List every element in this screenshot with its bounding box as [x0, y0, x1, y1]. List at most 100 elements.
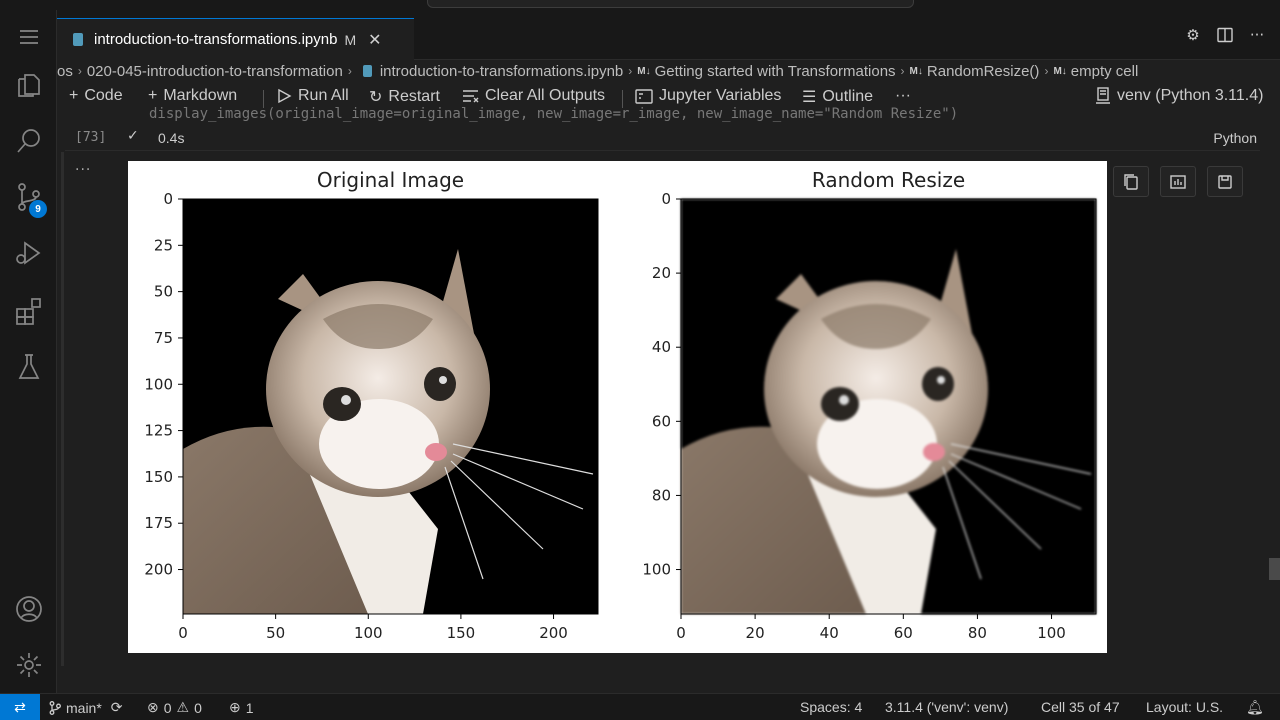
keyboard-layout-status[interactable]: Layout: U.S. [1146, 699, 1223, 715]
restart-icon: ↻ [369, 89, 383, 106]
problems-status[interactable]: ⊗ 0 ⚠ 0 [147, 699, 202, 716]
kernel-picker[interactable]: venv (Python 3.11.4) [1095, 87, 1263, 105]
y-tick-label: 125 [144, 422, 173, 440]
success-check-icon: ✓ [127, 128, 139, 144]
x-tick-label: 100 [1037, 624, 1066, 642]
output-actions [1113, 166, 1243, 197]
y-tick-label: 200 [144, 561, 173, 579]
ports-status[interactable]: ⊕ 1 [229, 699, 254, 716]
save-output-button[interactable] [1207, 166, 1243, 197]
save-icon [1218, 174, 1232, 189]
cell-language[interactable]: Python [1213, 130, 1257, 146]
scrollbar-thumb[interactable] [1269, 558, 1280, 580]
toolbar-more-button[interactable]: ··· [895, 87, 911, 105]
warning-count: 0 [194, 699, 202, 716]
execution-time: 0.4s [158, 130, 185, 146]
source-control-icon[interactable]: 9 [0, 172, 57, 222]
tab-notebook[interactable]: introduction-to-transformations.ipynb M … [57, 18, 414, 60]
add-code-cell-button[interactable]: + Code [69, 87, 123, 105]
clear-outputs-button[interactable]: Clear All Outputs [462, 87, 605, 105]
interpreter-status[interactable]: 3.11.4 ('venv': venv) [885, 699, 1008, 715]
warning-icon: ⚠ [176, 699, 190, 715]
code-line[interactable]: display_images(original_image=original_i… [149, 106, 958, 122]
x-tick-label: 60 [894, 624, 913, 642]
error-icon: ⊗ [147, 699, 159, 715]
indentation-status[interactable]: Spaces: 4 [800, 699, 862, 715]
breadcrumb-item[interactable]: Getting started with Transformations [655, 63, 896, 80]
x-tick-label: 0 [676, 624, 686, 642]
git-branch-icon [49, 700, 61, 715]
sync-icon[interactable]: ⟳ [111, 699, 123, 716]
y-tick-label: 60 [652, 412, 671, 430]
split-editor-icon[interactable] [1216, 26, 1234, 44]
copy-output-button[interactable] [1113, 166, 1149, 197]
branch-status[interactable]: main* ⟳ [49, 699, 123, 716]
add-markdown-label: Markdown [163, 87, 238, 104]
error-count: 0 [163, 699, 172, 716]
menu-icon[interactable] [0, 12, 57, 62]
search-icon[interactable] [0, 116, 57, 166]
branch-name: main* [66, 699, 102, 716]
breadcrumb-item[interactable]: RandomResize() [927, 63, 1040, 80]
outline-button[interactable]: ☰ Outline [802, 87, 873, 107]
jupyter-variables-button[interactable]: Jupyter Variables [635, 87, 781, 105]
add-markdown-cell-button[interactable]: + Markdown [148, 87, 237, 105]
plus-icon: + [69, 87, 79, 104]
y-tick-label: 150 [144, 468, 173, 486]
manage-gear-icon[interactable] [0, 640, 57, 690]
more-actions-icon[interactable]: ··· [1248, 26, 1266, 44]
axes-original: Original Image 0 50 100 150 200 0 25 50 75 100 125 1… [144, 168, 599, 642]
scm-badge: 9 [29, 200, 47, 218]
restart-label: Restart [388, 88, 440, 105]
jupyter-variables-label: Jupyter Variables [659, 87, 782, 104]
markdown-icon: M↓ [637, 65, 651, 77]
breadcrumb-item[interactable]: empty cell [1071, 63, 1139, 80]
account-icon[interactable] [0, 584, 57, 634]
breadcrumb-item[interactable]: 020-045-introduction-to-transformation [87, 63, 343, 80]
close-icon[interactable]: ✕ [368, 30, 381, 50]
y-tick-label: 100 [144, 375, 173, 393]
remote-indicator-icon[interactable]: ⇄ [0, 694, 40, 720]
x-tick-label: 80 [968, 624, 987, 642]
y-tick-label: 40 [652, 338, 671, 356]
broadcast-icon: ⊕ [229, 699, 241, 715]
x-tick-label: 20 [746, 624, 765, 642]
x-tick-label: 50 [266, 624, 285, 642]
breadcrumb-item[interactable]: introduction-to-transformations.ipynb [380, 63, 623, 80]
chevron-right-icon: › [1044, 64, 1049, 78]
run-all-button[interactable]: Run All [276, 87, 349, 105]
markdown-icon: M↓ [909, 65, 923, 77]
axes-random-resize: Random Resize 0 20 40 60 80 100 0 20 40 60 80 100 [642, 168, 1097, 642]
outline-icon: ☰ [802, 89, 817, 106]
chevron-right-icon: › [77, 64, 82, 78]
y-tick-label: 80 [652, 486, 671, 504]
original-image [182, 198, 599, 615]
explorer-icon[interactable] [0, 60, 57, 110]
y-tick-label: 0 [661, 190, 671, 208]
command-center[interactable] [427, 0, 914, 8]
breadcrumb-item[interactable]: os [57, 63, 73, 80]
tab-label: introduction-to-transformations.ipynb [94, 31, 338, 48]
variables-icon [635, 88, 653, 104]
chevron-right-icon: › [347, 64, 352, 78]
kernel-label: venv (Python 3.11.4) [1117, 87, 1264, 104]
outline-label: Outline [822, 88, 874, 105]
status-bar: ⇄ main* ⟳ ⊗ 0 ⚠ 0 ⊕ 1 Spaces: 4 3.11.4 (… [0, 693, 1280, 720]
axes-title: Random Resize [812, 168, 965, 192]
y-tick-label: 175 [144, 514, 173, 532]
markdown-icon: M↓ [1053, 65, 1067, 77]
cell-position-status[interactable]: Cell 35 of 47 [1041, 699, 1120, 715]
breadcrumb: os › 020-045-introduction-to-transformat… [57, 60, 1280, 82]
extensions-icon[interactable] [0, 286, 57, 336]
restart-button[interactable]: ↻ Restart [369, 87, 440, 107]
testing-icon[interactable] [0, 342, 57, 392]
notebook-file-icon [362, 65, 372, 77]
title-bar [0, 0, 1280, 10]
open-plot-viewer-button[interactable] [1160, 166, 1196, 197]
more-icon: ··· [895, 87, 911, 104]
y-tick-label: 20 [652, 264, 671, 282]
notifications-bell-icon[interactable]: 🔔︎ [1246, 699, 1264, 716]
output-more-icon[interactable]: ··· [75, 162, 91, 178]
settings-gear-icon[interactable]: ⚙ [1184, 26, 1202, 44]
run-debug-icon[interactable] [0, 228, 57, 278]
